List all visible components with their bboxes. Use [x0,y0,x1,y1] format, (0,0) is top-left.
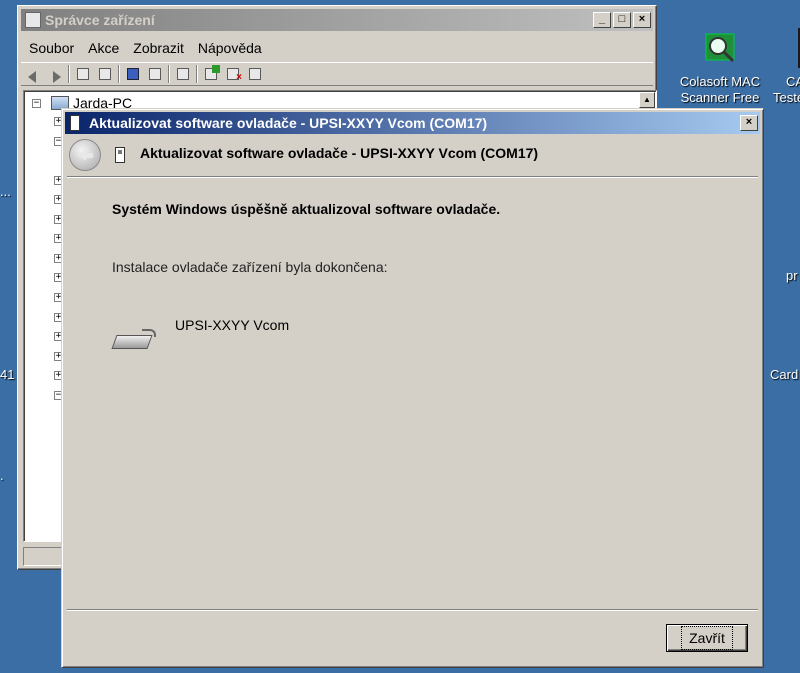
device-name: UPSI-XXYY Vcom [175,317,290,333]
toolbar: × [21,62,653,86]
device-manager-titlebar[interactable]: Správce zařízení _ □ × [21,9,653,31]
desktop-icon-label: Scanner Free [680,90,760,105]
show-hide-tree-icon[interactable] [74,65,92,83]
menu-akce[interactable]: Akce [81,38,126,58]
view-icon[interactable] [146,65,164,83]
update-driver-icon[interactable] [202,65,220,83]
serial-port-device-icon [111,327,156,357]
scroll-up-arrow[interactable]: ▲ [639,92,655,108]
collapse-icon[interactable]: − [32,98,41,108]
help-icon[interactable] [124,65,142,83]
dialog-close-button[interactable]: × [740,115,758,131]
toolbar-separator [68,65,70,83]
menu-soubor[interactable]: Soubor [22,38,81,58]
toolbar-separator [196,65,198,83]
minimize-button[interactable]: _ [593,12,611,28]
properties-icon[interactable] [96,65,114,83]
disable-device-icon[interactable] [246,65,264,83]
device-manager-icon [25,12,41,28]
back-arrow-icon[interactable] [24,65,42,83]
update-driver-dialog: Aktualizovat software ovladače - UPSI-XX… [61,108,764,668]
close-dialog-button[interactable]: Zavřít [666,624,748,652]
usb-device-icon [115,147,125,163]
forward-arrow-icon[interactable] [46,65,64,83]
close-button-label: Zavřít [681,626,733,650]
uninstall-icon[interactable]: × [224,65,242,83]
close-button[interactable]: × [633,12,651,28]
dialog-titlebar[interactable]: Aktualizovat software ovladače - UPSI-XX… [65,112,760,134]
dialog-title: Aktualizovat software ovladače - UPSI-XX… [89,115,488,131]
wizard-header-title: Aktualizovat software ovladače - UPSI-XX… [140,145,539,161]
device-icon [70,115,80,131]
desktop-edge-label: ... [0,184,11,199]
desktop-edge-label: Card [770,367,799,382]
desktop-icon-label: CA [786,74,800,89]
desktop-edge-label: . [0,468,4,483]
maximize-button[interactable]: □ [613,12,631,28]
desktop-icon-label: Colasoft MAC [679,74,761,89]
scanner-app-icon [700,28,740,68]
menu-zobrazit[interactable]: Zobrazit [126,38,191,58]
scan-hardware-icon[interactable] [174,65,192,83]
wizard-body: Systém Windows úspěšně aktualizoval soft… [67,176,758,610]
wizard-header: Aktualizovat software ovladače - UPSI-XX… [67,135,758,175]
success-message: Systém Windows úspěšně aktualizoval soft… [112,201,501,217]
menu-bar: Soubor Akce Zobrazit Nápověda [22,38,269,58]
install-complete-message: Instalace ovladače zařízení byla dokonče… [112,259,388,275]
desktop-icon-label: Teste [773,90,800,105]
desktop-edge-label: 41 [0,367,15,382]
toolbar-separator [118,65,120,83]
back-arrow-icon[interactable] [69,139,101,171]
desktop-edge-label: pr [786,268,798,283]
desktop-icon-colasoft[interactable]: Colasoft MAC Scanner Free [670,28,770,106]
menu-napoveda[interactable]: Nápověda [191,38,269,58]
toolbar-separator [168,65,170,83]
desktop-icon-ca-tester[interactable]: CA Teste [762,28,800,106]
window-title: Správce zařízení [45,12,155,28]
